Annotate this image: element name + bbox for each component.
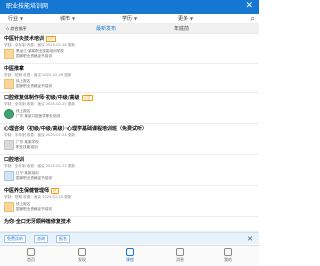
listing-title: 为你·全口无牙颌种植修复技术 — [4, 219, 71, 225]
filter-more[interactable]: 更多 ▼ — [178, 15, 193, 23]
search-icon[interactable]: ⌕ — [251, 14, 255, 23]
listing-tag: 热 — [51, 188, 59, 194]
chevron-down-icon: ▼ — [134, 16, 138, 21]
close-icon[interactable]: ✕ — [245, 1, 253, 12]
org-logo — [4, 171, 14, 181]
listing-tag: 认证 — [81, 95, 93, 101]
org-desc: 国家职业资格证书培训 — [16, 176, 52, 180]
listing-title: 口腔培训 — [4, 157, 25, 163]
listing-title: 中医养生保健管理师 — [4, 188, 50, 194]
home-icon — [27, 248, 35, 256]
chevron-down-icon: ▼ — [190, 16, 194, 21]
org-desc: 国家职业资格证书培训 — [16, 207, 52, 211]
org-logo — [4, 49, 14, 59]
compass-icon — [78, 248, 86, 256]
list-item[interactable]: 中医针灸技术培训 VIP 学制：全年制 收费：面议 2025-02-28 更新 黑… — [0, 34, 259, 64]
chevron-down-icon: ▼ — [20, 16, 24, 21]
chevron-down-icon: ▼ — [72, 16, 76, 21]
sort-latest[interactable]: 最新发布 — [96, 25, 116, 33]
listing-title: 中医针灸技术培训 — [4, 36, 45, 42]
listing-meta: 学制：半年制 收费：面议 2025-02-24 更新 — [4, 133, 76, 137]
filter-education[interactable]: 学历 ▼ — [122, 15, 137, 23]
listing-title: 口腔修复体制作师·初级/中级/高级 — [4, 95, 80, 101]
org-logo — [4, 79, 14, 89]
listing-meta: 学制：短期 收费：面议 2025-02-26 更新 — [4, 73, 72, 77]
listing-list: 中医针灸技术培训 VIP 学制：全年制 收费：面议 2025-02-28 更新 黑… — [0, 34, 259, 262]
org-logo — [4, 202, 14, 212]
listing-tag: VIP — [46, 36, 56, 42]
bottom-tabbar: 首页 发现 课程 消息 我的 — [0, 245, 259, 266]
list-item[interactable]: 为你·全口无牙颌种植修复技术 — [0, 217, 259, 232]
tab-messages[interactable]: 消息 — [162, 247, 198, 266]
sort-year-end[interactable]: 年底前 — [174, 25, 189, 33]
list-item[interactable]: 中医推拿 学制：短期 收费：面议 2025-02-26 更新 线上报名 国家职业… — [0, 64, 259, 93]
filter-bar: 行业 ▼ 城市 ▼ 学历 ▼ 更多 ▼ ⌕ — [0, 14, 259, 24]
listing-meta: 学制：短期 收费：面议 2025-02-20 更新 — [4, 195, 72, 199]
book-icon — [126, 248, 134, 256]
filter-city[interactable]: 城市 ▼ — [60, 15, 75, 23]
org-desc: 广东·某某口腔医学职业培训 — [16, 114, 61, 118]
message-icon — [176, 248, 184, 256]
listing-meta: 学制：全年制 收费：面议 2025-02-22 更新 — [4, 164, 76, 168]
listing-meta: 学制：全年制 收费：面议 2025-02-25 更新 — [4, 102, 76, 106]
listing-title: 心理咨询（初级/中级/高级）·心理学基础课程培训班（免费试听） — [4, 126, 148, 132]
listing-title: 中医推拿 — [4, 66, 25, 72]
tab-discover[interactable]: 发现 — [64, 247, 100, 266]
sort-bar: ◇ 综合排序 最新发布 年底前 — [0, 24, 259, 34]
org-logo — [4, 109, 14, 119]
list-item[interactable]: 中医养生保健管理师热 学制：短期 收费：面议 2025-02-20 更新 线上报… — [0, 186, 259, 217]
consult-button[interactable]: 咨询 — [34, 235, 48, 243]
list-item[interactable]: 心理咨询（初级/中级/高级）·心理学基础课程培训班（免费试听） 学制：半年制 收… — [0, 124, 259, 155]
user-icon — [224, 248, 232, 256]
sort-dropdown[interactable]: ◇ 综合排序 — [6, 26, 26, 32]
org-desc: 国家职业资格证书培训 — [16, 84, 52, 88]
bottom-promo-bar: 免费试听 咨询 报名 ✕ — [0, 232, 259, 244]
page-title: 职业技能培训网 — [6, 3, 49, 10]
free-trial-button[interactable]: 免费试听 — [4, 235, 26, 243]
org-desc: 国家职业资格证书培训 — [16, 54, 52, 58]
enroll-button[interactable]: 报名 — [56, 235, 70, 243]
close-icon[interactable]: ✕ — [247, 234, 253, 244]
org-desc: 职业技能培训 — [16, 145, 38, 149]
app-header: 职业技能培训网 ✕ — [0, 0, 259, 14]
tab-home[interactable]: 首页 — [13, 247, 49, 266]
filter-industry[interactable]: 行业 ▼ — [8, 15, 23, 23]
list-item[interactable]: 口腔修复体制作师·初级/中级/高级 认证 学制：全年制 收费：面议 2025-02… — [0, 93, 259, 124]
listing-meta: 学制：全年制 收费：面议 2025-02-28 更新 — [4, 43, 76, 47]
org-logo — [4, 140, 14, 150]
tab-profile[interactable]: 我的 — [210, 247, 246, 266]
list-item[interactable]: 口腔培训 学制：全年制 收费：面议 2025-02-22 更新 辽宁·某某培训 … — [0, 155, 259, 186]
tab-courses[interactable]: 课程 — [112, 247, 148, 266]
